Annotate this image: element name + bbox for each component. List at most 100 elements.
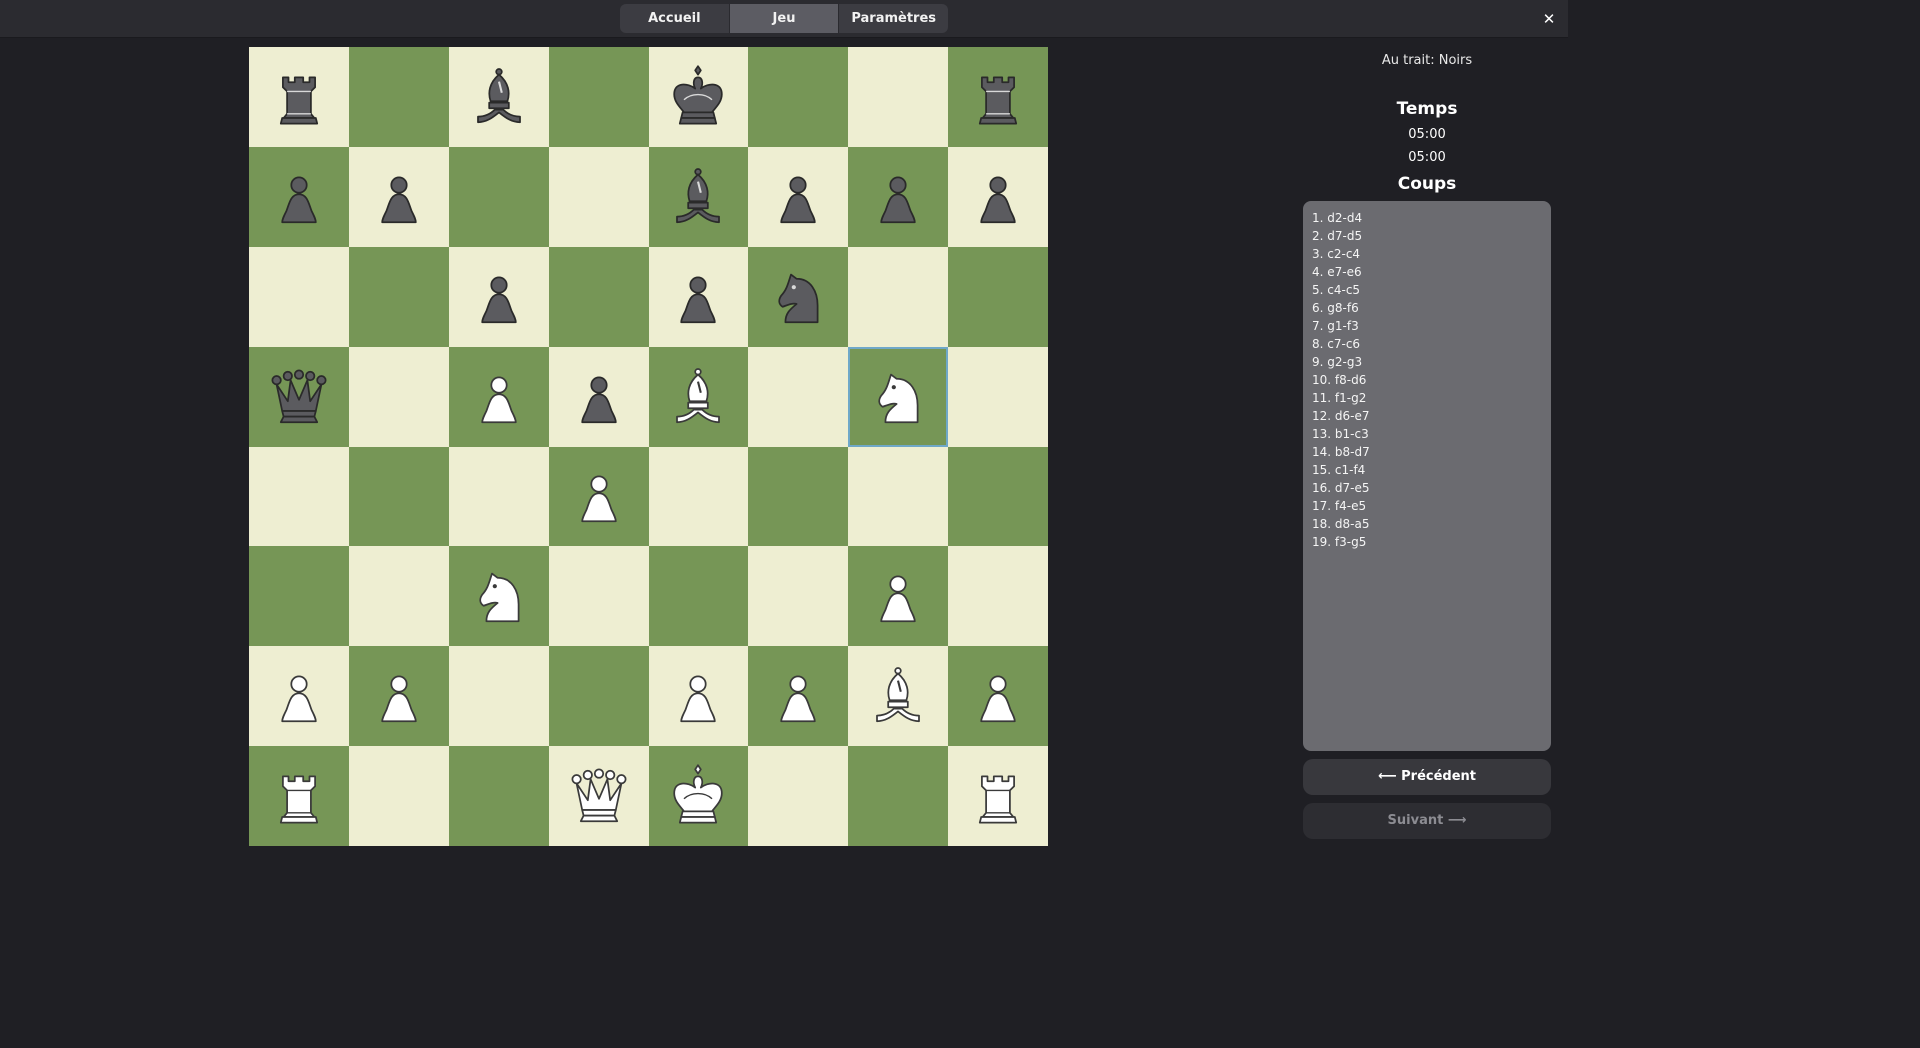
- white-rook-icon[interactable]: [264, 761, 334, 831]
- white-rook-icon[interactable]: [963, 761, 1033, 831]
- square-b5[interactable]: [348, 346, 449, 447]
- white-knight-icon[interactable]: [863, 362, 933, 432]
- square-c3[interactable]: [448, 546, 549, 647]
- square-g2[interactable]: [848, 646, 949, 747]
- move-item[interactable]: 4. e7-e6: [1312, 263, 1542, 281]
- square-e5[interactable]: [648, 346, 749, 447]
- black-pawn-icon[interactable]: [264, 162, 334, 232]
- square-a4[interactable]: [249, 446, 349, 547]
- white-queen-icon[interactable]: [564, 761, 634, 831]
- black-queen-icon[interactable]: [264, 362, 334, 432]
- previous-button[interactable]: ⟵ Précédent: [1303, 759, 1551, 795]
- square-b3[interactable]: [348, 546, 449, 647]
- move-item[interactable]: 8. c7-c6: [1312, 335, 1542, 353]
- tab-parametres[interactable]: Paramètres: [839, 4, 948, 33]
- square-b2[interactable]: [348, 646, 449, 747]
- move-item[interactable]: 17. f4-e5: [1312, 497, 1542, 515]
- white-knight-icon[interactable]: [464, 561, 534, 631]
- move-item[interactable]: 18. d8-a5: [1312, 515, 1542, 533]
- white-pawn-icon[interactable]: [863, 561, 933, 631]
- square-e8[interactable]: [648, 47, 749, 147]
- white-bishop-icon[interactable]: [663, 362, 733, 432]
- square-g5[interactable]: [848, 346, 949, 447]
- square-c1[interactable]: [448, 746, 549, 846]
- square-a1[interactable]: [249, 746, 349, 846]
- square-a6[interactable]: [249, 246, 349, 347]
- square-f8[interactable]: [748, 47, 849, 147]
- square-h3[interactable]: [948, 546, 1048, 647]
- square-f5[interactable]: [748, 346, 849, 447]
- square-h4[interactable]: [948, 446, 1048, 547]
- square-g3[interactable]: [848, 546, 949, 647]
- move-item[interactable]: 9. g2-g3: [1312, 353, 1542, 371]
- white-pawn-icon[interactable]: [364, 661, 434, 731]
- black-pawn-icon[interactable]: [763, 162, 833, 232]
- square-d6[interactable]: [548, 246, 649, 347]
- square-c6[interactable]: [448, 246, 549, 347]
- black-pawn-icon[interactable]: [963, 162, 1033, 232]
- square-f6[interactable]: [748, 246, 849, 347]
- tab-jeu[interactable]: Jeu: [729, 4, 840, 33]
- square-b7[interactable]: [348, 146, 449, 247]
- square-g6[interactable]: [848, 246, 949, 347]
- square-c2[interactable]: [448, 646, 549, 747]
- square-d5[interactable]: [548, 346, 649, 447]
- square-c8[interactable]: [448, 47, 549, 147]
- square-a7[interactable]: [249, 146, 349, 247]
- black-pawn-icon[interactable]: [663, 262, 733, 332]
- square-d1[interactable]: [548, 746, 649, 846]
- square-b6[interactable]: [348, 246, 449, 347]
- square-g4[interactable]: [848, 446, 949, 547]
- white-pawn-icon[interactable]: [464, 362, 534, 432]
- move-item[interactable]: 12. d6-e7: [1312, 407, 1542, 425]
- move-item[interactable]: 3. c2-c4: [1312, 245, 1542, 263]
- square-e6[interactable]: [648, 246, 749, 347]
- square-d7[interactable]: [548, 146, 649, 247]
- white-pawn-icon[interactable]: [963, 661, 1033, 731]
- square-h7[interactable]: [948, 146, 1048, 247]
- square-d8[interactable]: [548, 47, 649, 147]
- square-d4[interactable]: [548, 446, 649, 547]
- square-f7[interactable]: [748, 146, 849, 247]
- move-item[interactable]: 14. b8-d7: [1312, 443, 1542, 461]
- black-pawn-icon[interactable]: [464, 262, 534, 332]
- black-pawn-icon[interactable]: [364, 162, 434, 232]
- square-b4[interactable]: [348, 446, 449, 547]
- square-c5[interactable]: [448, 346, 549, 447]
- move-item[interactable]: 10. f8-d6: [1312, 371, 1542, 389]
- square-b8[interactable]: [348, 47, 449, 147]
- move-item[interactable]: 2. d7-d5: [1312, 227, 1542, 245]
- move-list[interactable]: 1. d2-d4 2. d7-d5 3. c2-c4 4. e7-e6 5. c4-c5…: [1303, 201, 1551, 751]
- square-f1[interactable]: [748, 746, 849, 846]
- move-item[interactable]: 19. f3-g5: [1312, 533, 1542, 551]
- square-h2[interactable]: [948, 646, 1048, 747]
- move-item[interactable]: 5. c4-c5: [1312, 281, 1542, 299]
- black-king-icon[interactable]: [663, 62, 733, 132]
- move-item[interactable]: 15. c1-f4: [1312, 461, 1542, 479]
- square-e4[interactable]: [648, 446, 749, 547]
- square-h5[interactable]: [948, 346, 1048, 447]
- move-item[interactable]: 13. b1-c3: [1312, 425, 1542, 443]
- black-knight-icon[interactable]: [763, 262, 833, 332]
- square-h8[interactable]: [948, 47, 1048, 147]
- move-item[interactable]: 16. d7-e5: [1312, 479, 1542, 497]
- square-f2[interactable]: [748, 646, 849, 747]
- square-a5[interactable]: [249, 346, 349, 447]
- tab-accueil[interactable]: Accueil: [620, 4, 730, 33]
- black-rook-icon[interactable]: [264, 62, 334, 132]
- next-button[interactable]: Suivant ⟶: [1303, 803, 1551, 839]
- square-d2[interactable]: [548, 646, 649, 747]
- black-pawn-icon[interactable]: [863, 162, 933, 232]
- square-e3[interactable]: [648, 546, 749, 647]
- square-c4[interactable]: [448, 446, 549, 547]
- black-rook-icon[interactable]: [963, 62, 1033, 132]
- square-g7[interactable]: [848, 146, 949, 247]
- square-d3[interactable]: [548, 546, 649, 647]
- white-pawn-icon[interactable]: [763, 661, 833, 731]
- white-pawn-icon[interactable]: [264, 661, 334, 731]
- black-bishop-icon[interactable]: [464, 62, 534, 132]
- move-item[interactable]: 1. d2-d4: [1312, 209, 1542, 227]
- black-bishop-icon[interactable]: [663, 162, 733, 232]
- white-king-icon[interactable]: [663, 761, 733, 831]
- square-a2[interactable]: [249, 646, 349, 747]
